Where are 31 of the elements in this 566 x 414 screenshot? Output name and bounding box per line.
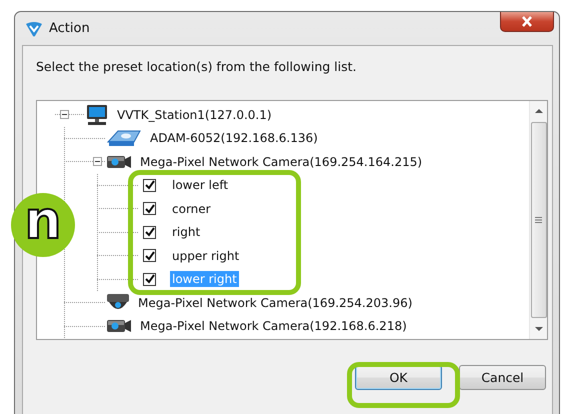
tree-item[interactable]: ADAM-6052(192.168.6.136) (148, 130, 320, 146)
dialog-button[interactable]: Cancel (459, 365, 546, 390)
tree-item[interactable]: corner (170, 200, 213, 217)
app-icon (25, 20, 43, 36)
checkbox[interactable] (143, 249, 156, 262)
tree-item[interactable]: lower left (170, 177, 230, 194)
tree-item[interactable]: Mega-Pixel Network Camera(192.168.6.218) (138, 318, 409, 334)
tree-item[interactable]: upper right (170, 248, 242, 264)
checkbox[interactable] (143, 272, 156, 286)
computer-icon (85, 104, 109, 126)
window-title: Action (49, 21, 90, 36)
tree-item[interactable]: Mega-Pixel Network Camera(169.254.203.96) (136, 294, 414, 311)
scroll-up-arrow-icon[interactable] (534, 106, 542, 116)
tree-item[interactable]: VVTK_Station1(127.0.0.1) (115, 106, 274, 123)
checkbox[interactable] (143, 226, 156, 239)
tree-item[interactable]: right (170, 224, 202, 240)
camera-icon (106, 318, 132, 334)
scrollbar[interactable] (529, 101, 547, 339)
collapse-toggle[interactable] (92, 157, 102, 166)
close-icon (521, 16, 533, 27)
scroll-down-arrow-icon[interactable] (534, 324, 542, 334)
dialog-button[interactable]: OK (355, 365, 442, 390)
grip-icon (535, 217, 542, 223)
instruction-text: Select the preset location(s) from the following list. (36, 59, 358, 74)
tree-item[interactable]: Mega-Pixel Network Camera(169.254.164.215) (138, 154, 424, 170)
close-button[interactable] (500, 12, 554, 32)
device-module-icon (106, 128, 142, 148)
camera-icon (106, 154, 132, 170)
collapse-toggle[interactable] (60, 110, 68, 120)
checkbox[interactable] (143, 202, 156, 216)
checkbox[interactable] (143, 178, 156, 192)
